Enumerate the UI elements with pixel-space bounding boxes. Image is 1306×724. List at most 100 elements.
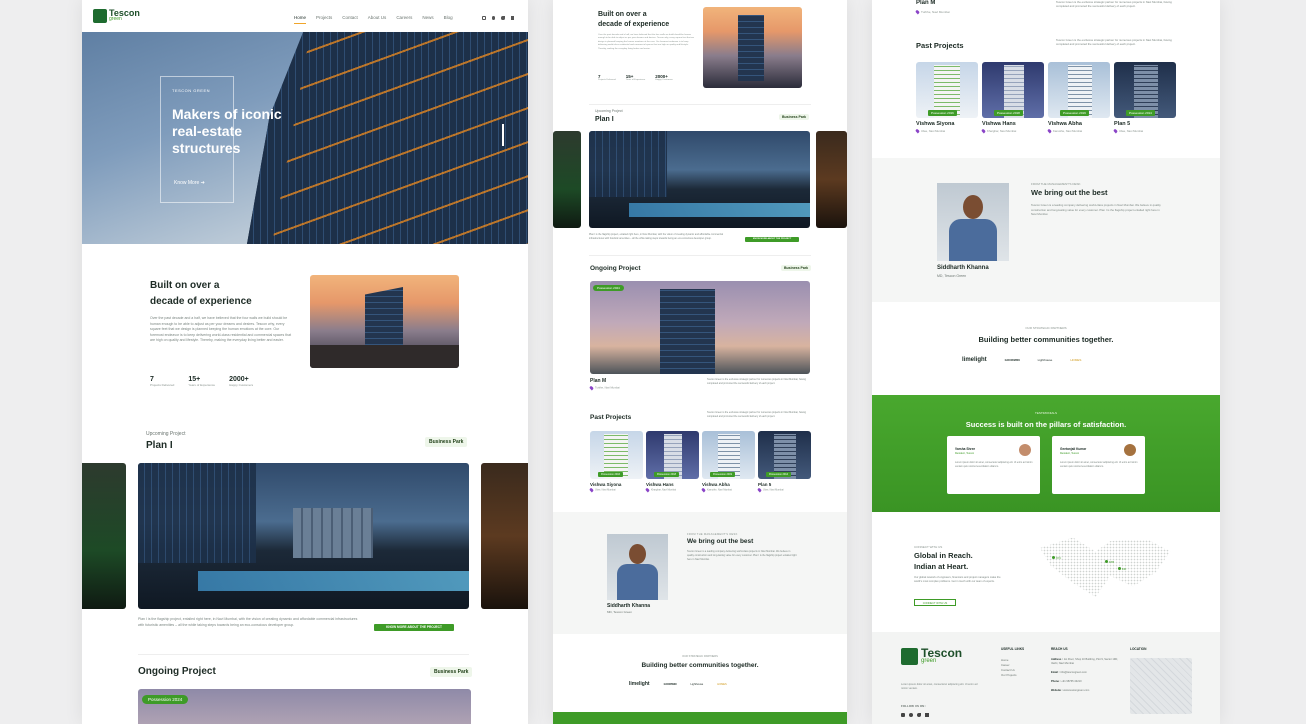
nav-about[interactable]: About Us <box>368 15 387 24</box>
ongoing-tag: Business Park <box>430 667 473 677</box>
upcoming-next-image[interactable] <box>481 463 528 609</box>
homepage-panel-2: Built on over a decade of experience Ove… <box>553 0 847 724</box>
past-project-card[interactable]: Possession 2014 Plan 5 Ulwe, Navi Mumbai <box>1113 62 1176 134</box>
nav-blog[interactable]: Blog <box>444 15 453 24</box>
past-project-card[interactable]: Possession 2019 Vishwa Abha Kamothe, Nav… <box>701 431 755 493</box>
linkedin-icon[interactable] <box>510 16 514 20</box>
logo-mark-icon <box>93 9 107 23</box>
past-project-card[interactable]: Possession 2014 Plan 5 Ulwe, Navi Mumbai <box>757 431 811 493</box>
partner-limelight: limelight <box>629 681 650 687</box>
partner-lighthouse: Lighthouse <box>690 682 704 686</box>
location-pin-icon <box>1047 128 1052 134</box>
location-pin-icon <box>981 128 986 134</box>
upcoming-eyebrow: Upcoming Project <box>595 109 623 113</box>
nav-home[interactable]: Home <box>294 15 307 24</box>
nav-careers[interactable]: Careers <box>396 15 412 24</box>
nav-news[interactable]: News <box>422 15 433 24</box>
ongoing-body: Tescon Green is the exclusive strategic … <box>1056 0 1172 9</box>
about-title-2: decade of experience <box>150 296 252 307</box>
logo-mark-icon <box>901 648 918 665</box>
logo[interactable]: Tescon green <box>93 9 140 23</box>
leader-eyebrow: FROM THE MANAGEMENT'S DESK <box>687 533 738 536</box>
partner-limelight: limelight <box>962 357 987 363</box>
location-pin-icon <box>1113 128 1118 134</box>
location-pin-icon <box>915 128 920 134</box>
footer-links: Home Career Contact Us Our Projects <box>1001 658 1017 678</box>
location-pin-icon <box>701 487 706 493</box>
upcoming-next-image[interactable] <box>816 131 847 228</box>
footer-about: Lorem ipsum dolor sit amet, consectetur … <box>901 683 978 690</box>
nav-contact[interactable]: Contact <box>342 15 358 24</box>
hero-eyebrow: TESCON GREEN <box>172 88 211 93</box>
location-pin-icon <box>589 385 594 391</box>
social-icons <box>482 16 514 20</box>
testimonial-card: Geetanjali Kumar Resident, Tescon Lorem … <box>1052 436 1145 494</box>
upcoming-prev-image[interactable] <box>553 131 581 228</box>
upcoming-prev-image[interactable] <box>82 463 126 609</box>
upcoming-cta[interactable]: KNOW MORE ABOUT THE PROJECT <box>745 237 799 242</box>
global-cta[interactable]: CONNECT WITH US <box>914 599 956 606</box>
ongoing-badge: Possession 2024 <box>142 695 189 704</box>
past-project-card[interactable]: Possession 2016 Vishwa Siyona Ulwe, Navi… <box>589 431 643 493</box>
upcoming-body: Plan I is the flagship project, entailed… <box>589 233 724 240</box>
hero-title: Makers of iconic real-estate structures <box>172 106 282 156</box>
twitter-icon[interactable] <box>917 713 921 717</box>
leader-photo <box>937 183 1009 261</box>
about-stats: 7 Projects Delivered 15+ Years of Experien… <box>150 376 253 388</box>
upcoming-tag: Business Park <box>425 437 468 447</box>
avatar <box>1019 444 1031 456</box>
about-section: Built on over a decade of experience Ove… <box>82 244 528 414</box>
map-marker-ind: IND <box>1118 567 1126 571</box>
divider <box>589 255 811 256</box>
past-project-card[interactable]: Possession 2018 Vishwa Hans Kharghar, Na… <box>645 431 699 493</box>
past-body: Tescon Green is the exclusive strategic … <box>707 411 806 418</box>
past-title: Past Projects <box>590 414 632 421</box>
past-body: Tescon Green is the exclusive strategic … <box>1056 38 1172 47</box>
ongoing-image: Possession 2024 <box>138 689 471 724</box>
location-pin-icon <box>757 487 762 493</box>
about-title-1: Built on over a <box>150 280 220 291</box>
footer-logo[interactable]: Tescon green <box>901 647 962 665</box>
ongoing-tag: Business Park <box>781 265 812 271</box>
ongoing-badge: Possession 2024 <box>593 285 624 291</box>
instagram-icon[interactable] <box>482 16 486 20</box>
footer-social <box>901 713 929 717</box>
partner-goodwin: GOODWIN <box>663 682 677 686</box>
twitter-icon[interactable] <box>501 16 505 20</box>
about-title-2: decade of experience <box>598 21 670 28</box>
past-project-card[interactable]: Possession 2019 Vishwa Abha Kamothe, Nav… <box>1047 62 1110 134</box>
facebook-icon[interactable] <box>491 16 495 20</box>
upcoming-main-image <box>589 131 810 228</box>
leader-section: Siddharth Khanna MD, Tescon Green FROM T… <box>553 512 847 634</box>
about-body: Over the past decade and a half, we have… <box>598 34 694 50</box>
nav-projects[interactable]: Projects <box>316 15 332 24</box>
past-project-card[interactable]: Possession 2018 Vishwa Hans Kharghar, Na… <box>981 62 1044 134</box>
footer-useful-links-title: USEFUL LINKS <box>1001 647 1025 651</box>
upcoming-title: Plan I <box>146 440 173 451</box>
upcoming-cta[interactable]: KNOW MORE ABOUT THE PROJECT <box>374 624 454 631</box>
map-marker-nyc: NYC <box>1052 556 1061 560</box>
hero-section: TESCON GREEN Makers of iconic real-estat… <box>82 32 528 244</box>
testimonials-eyebrow: TESTIMONIALS <box>1034 411 1057 415</box>
nav-menu: Home Projects Contact About Us Careers N… <box>294 15 453 24</box>
about-image <box>703 7 802 88</box>
past-projects-grid: Possession 2016 Vishwa Siyona Ulwe, Navi… <box>915 62 1176 134</box>
hero-cta[interactable]: Know More ➔ <box>174 180 205 186</box>
past-project-card[interactable]: Possession 2016 Vishwa Siyona Ulwe, Navi… <box>915 62 978 134</box>
footer-link-projects[interactable]: Our Projects <box>1001 673 1017 678</box>
testimonial-card: Varsha Shree Resident, Tescon Lorem ipsu… <box>947 436 1040 494</box>
instagram-icon[interactable] <box>901 713 905 717</box>
linkedin-icon[interactable] <box>925 713 929 717</box>
stat-years: 15+ Years of Experience <box>625 74 646 81</box>
hero-building-stripes <box>272 32 528 244</box>
leader-photo <box>607 534 668 600</box>
footer-map[interactable] <box>1130 658 1192 714</box>
hero-slider-indicator[interactable] <box>502 124 504 146</box>
facebook-icon[interactable] <box>909 713 913 717</box>
ongoing-title: Ongoing Project <box>590 265 641 272</box>
divider <box>138 654 469 655</box>
stat-projects: 7 Projects Delivered <box>150 376 175 387</box>
divider <box>589 104 811 105</box>
partners-eyebrow: OUR STRATEGIC PARTNERS <box>682 655 718 658</box>
stat-years: 15+ Years of Experience <box>188 376 216 387</box>
